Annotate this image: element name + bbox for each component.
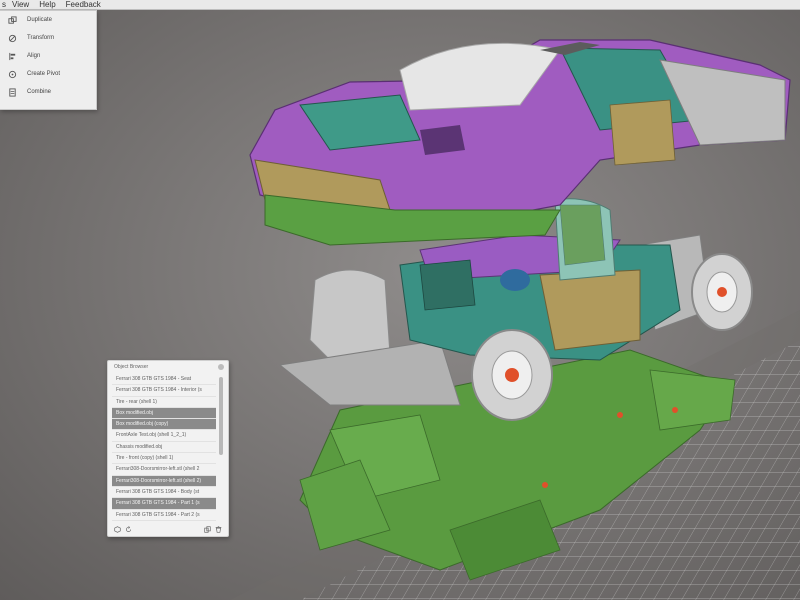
pivot-icon (8, 70, 17, 78)
list-item[interactable]: Tire - front (copy) (shell 1) (112, 453, 216, 465)
menu-item-combine[interactable]: Combine (0, 83, 96, 101)
close-icon[interactable] (218, 364, 224, 370)
menu-item-align[interactable]: Align (0, 47, 96, 65)
object-browser-footer (108, 522, 228, 536)
menu-item-label: Create Pivot (27, 71, 61, 77)
list-item[interactable]: Tire - rear (shell 1) (112, 397, 216, 408)
transform-icon (8, 34, 17, 42)
menu-item-label: Combine (27, 89, 52, 95)
menu-view[interactable]: View (12, 0, 29, 9)
list-item[interactable]: Chassis modified.obj (112, 442, 216, 454)
list-item[interactable]: Box modified.obj (copy) (112, 419, 216, 431)
copy-icon[interactable] (204, 525, 211, 533)
menu-item-duplicate[interactable]: Duplicate (0, 11, 96, 29)
list-item[interactable]: Ferrari 308 GTB GTS 1984 - Body (st (112, 487, 216, 499)
body-shell[interactable] (249, 39, 791, 246)
refresh-icon[interactable] (125, 525, 132, 533)
trash-icon[interactable] (215, 525, 222, 533)
list-item[interactable]: Box modified.obj (112, 407, 216, 420)
menu-feedback[interactable]: Feedback (66, 0, 101, 9)
list-item[interactable]: Ferrari 308 GTB GTS 1984 - Part 1 (s (112, 498, 216, 510)
rear-wheel[interactable] (691, 253, 753, 331)
list-item[interactable]: Ferrari 308 GTB GTS 1984 - Part 2 (s (112, 510, 216, 521)
menu-item-label: Align (27, 53, 41, 59)
object-list[interactable]: Ferrari 308 GTB GTS 1984 - Seat Ferrari … (112, 374, 216, 521)
combine-icon (9, 87, 16, 97)
object-list-scrollbar[interactable] (219, 377, 223, 455)
object-browser-title: Object Browser (108, 361, 228, 373)
menu-item-label: Transform (27, 35, 55, 41)
front-wheel[interactable] (471, 329, 553, 421)
list-item[interactable]: Ferrari 308 GTB GTS 1984 - Seat (112, 374, 216, 386)
list-item[interactable]: FrontAxle Test.obj (shell 1_2_1) (112, 430, 216, 442)
menu-bar: s View Help Feedback (0, 0, 800, 10)
menu-help[interactable]: Help (39, 0, 55, 9)
cube-icon[interactable] (114, 525, 121, 533)
tools-dropdown-menu: Duplicate Transform Align Create Pivot C… (0, 10, 97, 110)
list-item[interactable]: Ferrari308-Doorsmirror-left.stl (shell 2… (112, 475, 216, 487)
menu-tools[interactable]: s (2, 0, 6, 9)
duplicate-icon (8, 15, 17, 24)
list-item[interactable]: Ferrari308-Doorsmirror-left.stl (shell 2 (112, 464, 216, 476)
menu-item-transform[interactable]: Transform (0, 29, 96, 47)
menu-item-label: Duplicate (27, 17, 53, 23)
menu-item-create-pivot[interactable]: Create Pivot (0, 65, 96, 83)
list-item[interactable]: Ferrari 308 GTB GTS 1984 - Interior (s (112, 385, 216, 397)
align-icon (9, 52, 16, 60)
object-browser-panel: Object Browser Ferrari 308 GTB GTS 1984 … (107, 360, 229, 537)
